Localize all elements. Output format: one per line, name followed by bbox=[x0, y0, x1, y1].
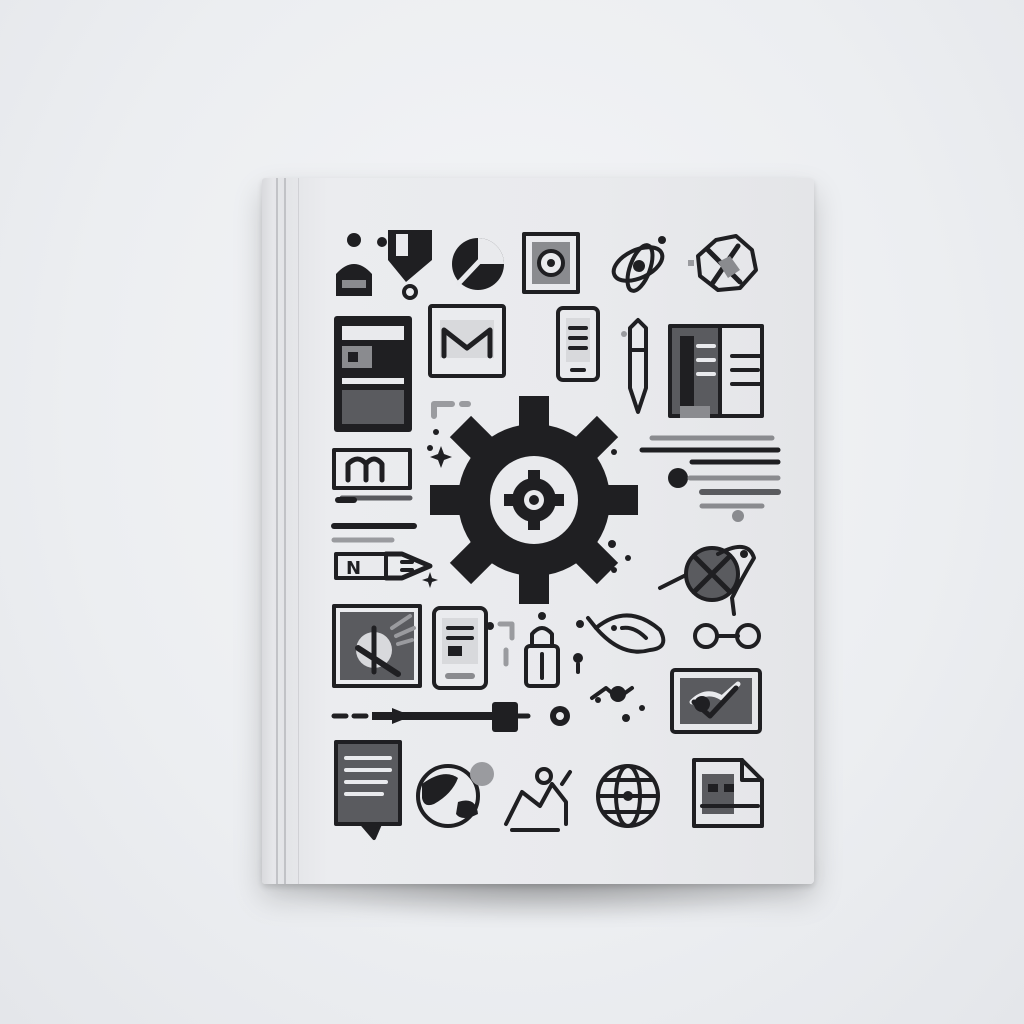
tablet-icon bbox=[432, 606, 488, 690]
scene: N bbox=[0, 0, 1024, 1024]
lock-icon bbox=[497, 621, 583, 688]
video-icon bbox=[332, 604, 422, 688]
dashed-arc bbox=[431, 401, 471, 419]
target-icon bbox=[658, 545, 756, 616]
open-book-icon bbox=[668, 324, 764, 418]
node-connector-icon bbox=[590, 686, 645, 722]
book: N bbox=[262, 178, 814, 884]
cover-art: N bbox=[331, 230, 781, 840]
phone-icon bbox=[556, 306, 600, 382]
printer-icon bbox=[388, 230, 432, 300]
globe-icon bbox=[416, 762, 494, 828]
pie-chart-icon bbox=[452, 238, 504, 290]
slider-icon bbox=[331, 702, 570, 732]
envelope-icon bbox=[428, 304, 506, 378]
photo-frame-icon bbox=[522, 232, 580, 294]
flower-icon bbox=[688, 234, 758, 292]
pen-icon: N bbox=[334, 551, 438, 588]
pencil-icon bbox=[621, 318, 648, 414]
person-icon bbox=[336, 233, 387, 296]
atom-icon bbox=[611, 236, 666, 293]
drawing-icon bbox=[504, 767, 572, 832]
text-lines-icon bbox=[639, 435, 781, 522]
globe-grid-icon bbox=[596, 764, 660, 828]
gear-icon bbox=[430, 396, 638, 604]
document-icon bbox=[334, 740, 402, 840]
magnet-icon bbox=[332, 448, 413, 503]
glyph-letter-n: N bbox=[346, 558, 361, 579]
network-icon bbox=[693, 623, 761, 649]
file-icon bbox=[692, 758, 764, 828]
fish-icon bbox=[586, 613, 666, 654]
camera-icon bbox=[670, 668, 762, 734]
browser-window-icon bbox=[334, 316, 412, 432]
